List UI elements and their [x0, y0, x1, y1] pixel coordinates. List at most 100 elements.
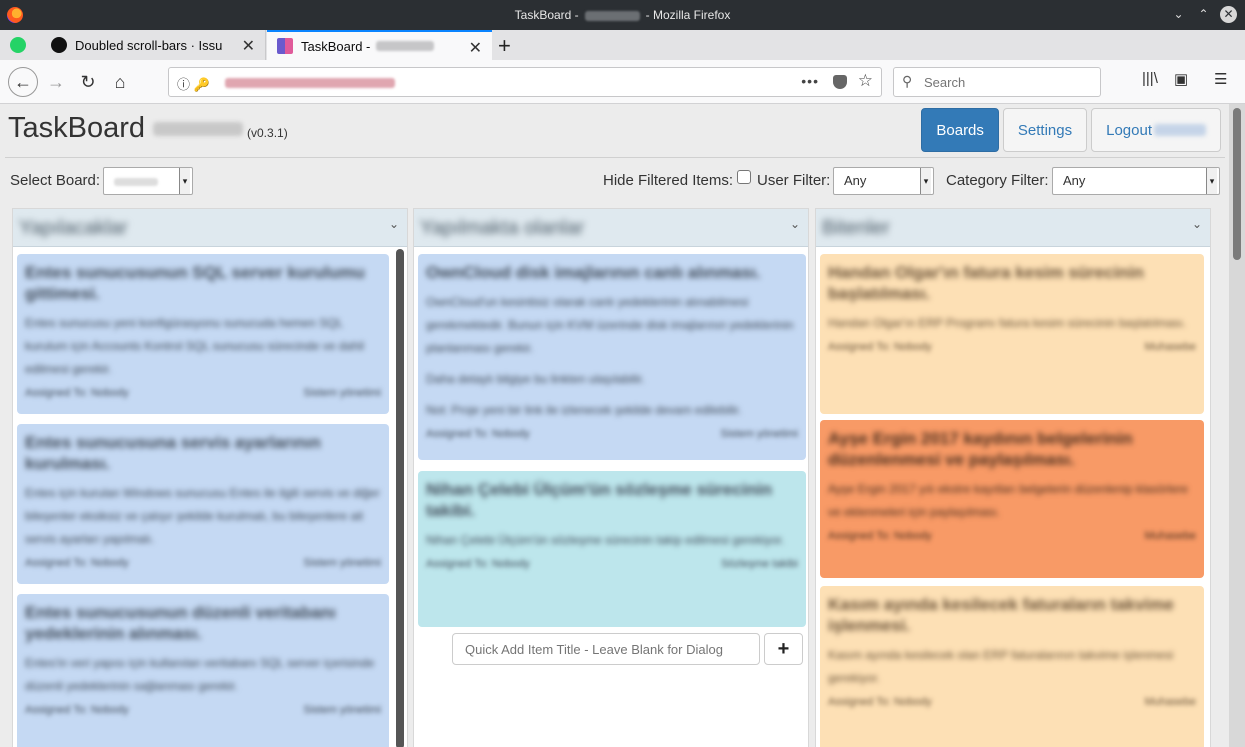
minimize-icon[interactable]: ⌄ [1170, 6, 1187, 23]
app-brand: TaskBoard (v0.3.1) [8, 112, 288, 145]
category-filter-label: Category Filter: [946, 172, 1049, 189]
card-description: Entes sunucusu yeni konfigürasyonu sunuc… [25, 316, 365, 376]
github-icon [51, 37, 67, 53]
card-category: Sistem yönetimi [303, 704, 381, 716]
tab-label: TaskBoard - [301, 38, 371, 54]
task-card[interactable]: Nihan Çelebi Ülçüm'ün sözleşme sürecinin… [418, 471, 806, 627]
category-filter-select[interactable]: Any [1052, 167, 1220, 195]
task-card[interactable]: Handan Olgar'ın fatura kesim sürecinin b… [820, 254, 1204, 414]
card-category: Sistem yönetimi [720, 428, 798, 440]
lane-title: Yapılacaklar [19, 217, 128, 239]
back-arrow-icon[interactable]: ← [8, 67, 38, 97]
page-scrollbar[interactable] [1229, 104, 1245, 747]
board-select[interactable] [103, 167, 193, 195]
card-description: Nihan Çelebi Ülçüm'ün sözleşme sürecinin… [426, 533, 785, 547]
home-icon[interactable]: ⌂ [106, 68, 134, 96]
task-card[interactable]: Entes sunucusuna servis ayarlarının kuru… [17, 424, 389, 584]
task-card[interactable]: Ayşe Ergin 2017 kaydının belgelerinin dü… [820, 420, 1204, 578]
logout-button[interactable]: Logout [1091, 108, 1221, 152]
bookmark-star-icon[interactable]: ☆ [858, 71, 873, 91]
new-tab-icon[interactable]: + [498, 33, 511, 59]
close-tab-icon[interactable]: ✕ [242, 36, 255, 56]
lane-scrollbar[interactable] [396, 249, 404, 747]
card-title: Handan Olgar'ın fatura kesim sürecinin b… [828, 263, 1144, 303]
card-category: Muhasebe [1144, 341, 1196, 353]
tab-bar: Doubled scroll-bars · Issu ✕ TaskBoard -… [0, 30, 1245, 60]
card-category: Muhasebe [1144, 530, 1196, 542]
card-title: Entes sunucusuna servis ayarlarının kuru… [25, 433, 321, 473]
task-card[interactable]: Entes sunucusunun SQL server kurulumu gi… [17, 254, 389, 414]
divider [5, 157, 1225, 158]
close-tab-icon[interactable]: ✕ [469, 38, 482, 58]
menu-icon[interactable]: ☰ [1214, 70, 1227, 88]
card-extra: Daha detaylı bilgiye bu linkten ulaşılab… [426, 372, 645, 386]
card-note: Not: Proje yeni bir link ile izlenecek ş… [426, 403, 742, 417]
hide-filtered-label: Hide Filtered Items: [603, 172, 734, 189]
url-bar[interactable]: ⓘ 🔑 ••• ☆ [168, 67, 882, 97]
lane-todo: Yapılacaklar ⌄ Entes sunucusunun SQL ser… [12, 208, 408, 747]
firefox-logo-icon [7, 7, 23, 23]
close-window-icon[interactable]: ✕ [1220, 6, 1237, 23]
redacted-title [584, 10, 640, 21]
whatsapp-icon [10, 37, 26, 53]
chevron-down-icon[interactable]: ⌄ [790, 217, 800, 231]
task-card[interactable]: Kasım ayında kesilecek faturaların takvi… [820, 586, 1204, 747]
page-content: TaskBoard (v0.3.1) Boards Settings Logout… [3, 104, 1227, 747]
chevron-down-icon[interactable]: ⌄ [389, 217, 399, 231]
lane-title: Bitenler [822, 217, 890, 239]
search-box[interactable]: ⚲ [893, 67, 1101, 97]
app-name: TaskBoard [8, 112, 146, 144]
select-board-label: Select Board: [10, 172, 101, 189]
card-title: Nihan Çelebi Ülçüm'ün sözleşme sürecinin… [426, 480, 773, 520]
card-title: OwnCloud disk imajlarının canlı alınması… [426, 263, 761, 282]
redacted-board-name [153, 122, 244, 137]
forward-arrow-icon[interactable]: → [42, 68, 70, 96]
card-assignee: Assigned To: Nobody [25, 704, 129, 716]
card-title: Entes sunucusunun düzenli veritabanı yed… [25, 603, 336, 643]
tab-whatsapp[interactable] [0, 30, 40, 60]
card-assignee: Assigned To: Nobody [828, 530, 932, 542]
maximize-icon[interactable]: ⌃ [1195, 6, 1212, 23]
card-assignee: Assigned To: Nobody [426, 428, 530, 440]
board-controls: Select Board: Hide Filtered Items: User … [3, 164, 1227, 196]
tab-taskboard[interactable]: TaskBoard - ✕ [267, 30, 492, 60]
pocket-icon[interactable] [833, 75, 847, 89]
scrollbar-thumb[interactable] [1233, 108, 1241, 260]
site-info-icon[interactable]: ⓘ 🔑 [177, 74, 210, 93]
tab-label: Doubled scroll-bars · Issu [75, 37, 223, 53]
sidebar-icon[interactable]: ▣ [1174, 70, 1188, 88]
window-title-prefix: TaskBoard - [514, 8, 579, 22]
boards-button[interactable]: Boards [921, 108, 999, 152]
window-controls: ⌄ ⌃ ✕ [1170, 6, 1237, 23]
card-assignee: Assigned To: Nobody [828, 341, 932, 353]
library-icon[interactable]: |||\ [1142, 70, 1158, 87]
card-category: Sözleşme takibi [720, 558, 798, 570]
card-category: Sistem yönetimi [303, 557, 381, 569]
tab-github-issue[interactable]: Doubled scroll-bars · Issu ✕ [41, 30, 266, 60]
task-card[interactable]: OwnCloud disk imajlarının canlı alınması… [418, 254, 806, 460]
taskboard-favicon-icon [277, 38, 293, 54]
task-card[interactable]: Entes sunucusunun düzenli veritabanı yed… [17, 594, 389, 747]
logout-label: Logout [1106, 121, 1152, 139]
hide-filtered-checkbox[interactable] [737, 170, 751, 184]
app-version: (v0.3.1) [247, 126, 288, 140]
card-description: Entes için kurulan Windows sunucusu Ente… [25, 486, 380, 546]
quick-add-input[interactable] [452, 633, 760, 665]
chevron-down-icon[interactable]: ⌄ [1192, 217, 1202, 231]
redacted-username [1154, 124, 1206, 136]
card-description: Handan Olgar'ın ERP Programı fatura kesi… [828, 316, 1187, 330]
reload-icon[interactable]: ↻ [74, 68, 102, 96]
card-description: Ayşe Ergin 2017 yılı ekstre kayıtları be… [828, 482, 1188, 519]
card-title: Ayşe Ergin 2017 kaydının belgelerinin dü… [828, 429, 1133, 469]
page-actions-icon[interactable]: ••• [801, 73, 819, 89]
search-icon: ⚲ [902, 73, 913, 89]
lane-in-progress: Yapılmakta olanlar ⌄ OwnCloud disk imajl… [413, 208, 809, 747]
lane-title: Yapılmakta olanlar [420, 217, 585, 239]
card-assignee: Assigned To: Nobody [25, 557, 129, 569]
settings-button[interactable]: Settings [1002, 108, 1088, 152]
main-nav: Boards Settings Logout [921, 108, 1221, 152]
search-input[interactable] [924, 73, 1094, 91]
user-filter-select[interactable]: Any [833, 167, 934, 195]
user-filter-label: User Filter: [757, 172, 831, 189]
add-item-button[interactable]: + [764, 633, 803, 665]
